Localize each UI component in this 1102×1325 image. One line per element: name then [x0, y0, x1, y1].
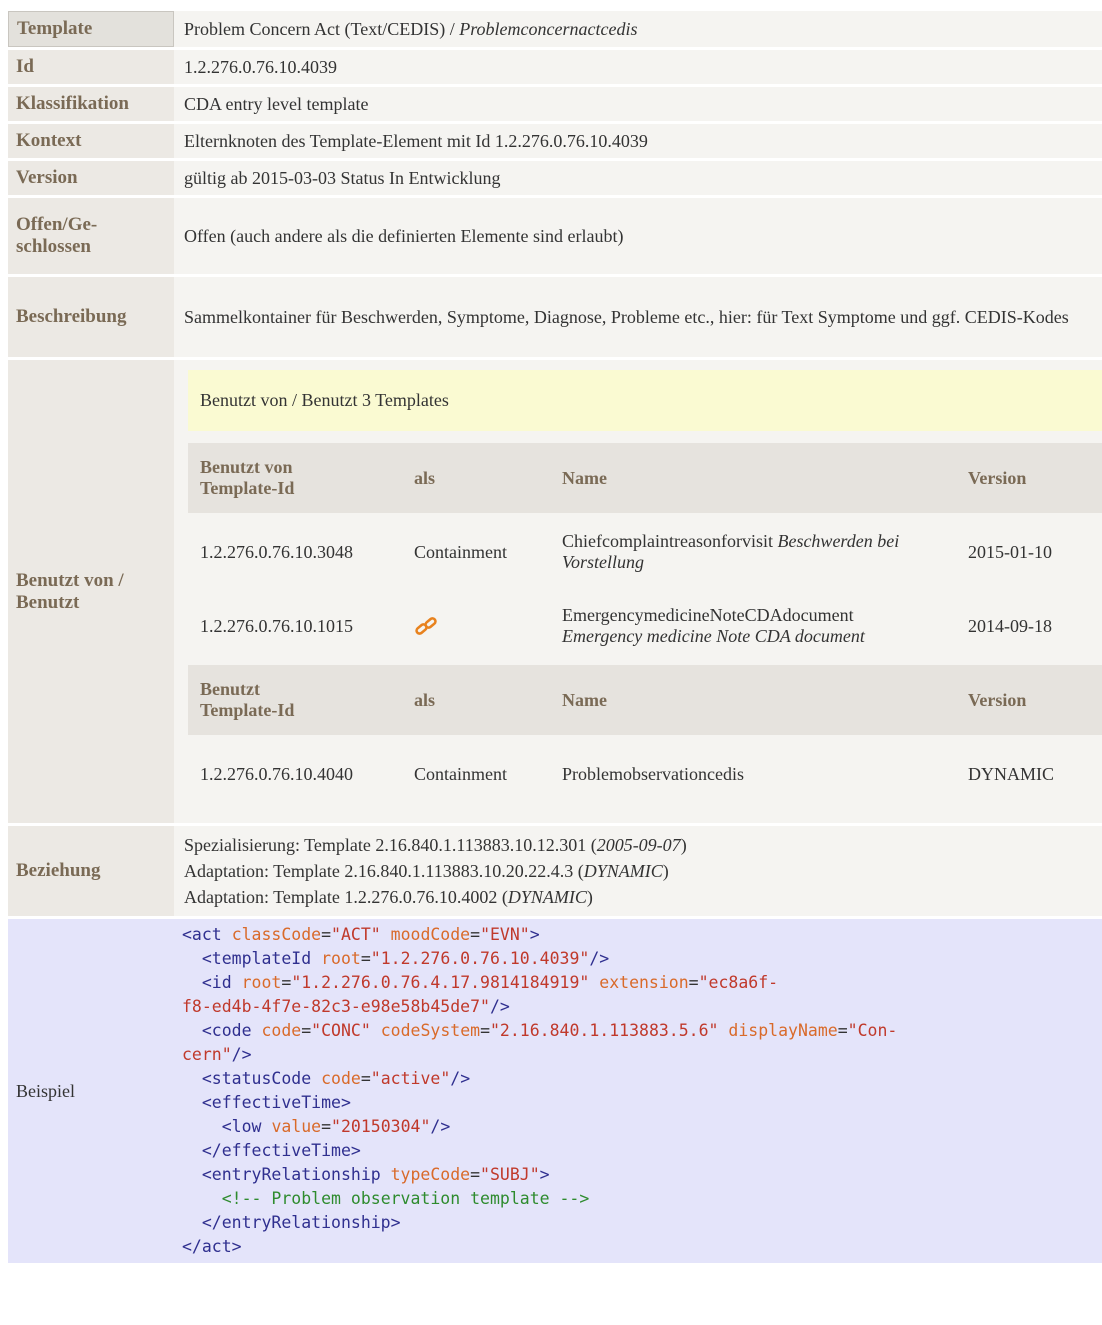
col-header-name: Name — [550, 443, 956, 513]
relation-line[interactable]: Adaptation: Template 1.2.276.0.76.10.400… — [184, 884, 1092, 910]
label-beschreibung: Beschreibung — [8, 277, 174, 357]
template-id-link[interactable]: 1.2.276.0.76.10.1015 — [188, 591, 402, 661]
usage-header: Benutzt von / Benutzt 3 Templates — [188, 370, 1102, 431]
label-benutzt: Benutzt von / Benutzt — [8, 360, 174, 823]
usage-table: Benutzt von Template-Id als Name Version … — [188, 439, 1102, 813]
value-template: Problem Concern Act (Text/CEDIS) / Probl… — [174, 11, 1102, 47]
col-header-version: Version — [956, 443, 1102, 513]
name-cell[interactable]: EmergencymedicineNoteCDAdocument Emergenc… — [550, 591, 956, 661]
value-kontext: Elternknoten des Template-Element mit Id… — [174, 124, 1102, 158]
value-beschreibung: Sammelkontainer für Beschwerden, Symptom… — [174, 277, 1102, 357]
col-header-name: Name — [550, 665, 956, 735]
table-row: 1.2.276.0.76.10.1015 EmergencymedicineNo… — [188, 591, 1102, 661]
relation-line[interactable]: Adaptation: Template 2.16.840.1.113883.1… — [184, 858, 1092, 884]
version-cell: DYNAMIC — [968, 763, 1055, 784]
col-header-version: Version — [956, 665, 1102, 735]
label-beziehung: Beziehung — [8, 826, 174, 916]
relation-line[interactable]: Spezialisierung: Template 2.16.840.1.113… — [184, 832, 1092, 858]
chain-link-icon — [414, 617, 440, 637]
als-cell — [402, 591, 550, 661]
label-kontext: Kontext — [8, 124, 174, 158]
table-row: 1.2.276.0.76.10.3048 Containment Chiefco… — [188, 517, 1102, 587]
value-beziehung: Spezialisierung: Template 2.16.840.1.113… — [174, 826, 1102, 916]
template-id-link[interactable]: 1.2.276.0.76.10.4040 — [188, 739, 402, 809]
als-cell: Containment — [414, 541, 507, 562]
label-klassifikation: Klassifikation — [8, 87, 174, 121]
used-by-header-row: Benutzt von Template-Id als Name Version — [188, 443, 1102, 513]
value-id: 1.2.276.0.76.10.4039 — [174, 50, 1102, 84]
col-header-als: als — [402, 443, 550, 513]
value-klassifikation: CDA entry level template — [174, 87, 1102, 121]
label-offen-geschlossen: Offen/Ge-schlossen — [8, 198, 174, 274]
col-header-template-id: Benutzt von Template-Id — [188, 443, 402, 513]
label-id: Id — [8, 50, 174, 84]
label-template: Template — [8, 11, 174, 47]
version-cell: 2014-09-18 — [968, 615, 1052, 636]
value-benutzt: Benutzt von / Benutzt 3 Templates Benutz… — [174, 360, 1102, 823]
label-beispiel: Beispiel — [8, 919, 174, 1263]
name-cell[interactable]: Problemobservationcedis — [550, 739, 956, 809]
als-cell: Containment — [414, 763, 507, 784]
version-cell: 2015-01-10 — [968, 541, 1052, 562]
example-code: <act classCode="ACT" moodCode="EVN"> <te… — [174, 919, 1102, 1263]
template-id-link[interactable]: 1.2.276.0.76.10.3048 — [188, 517, 402, 587]
col-header-template-id: Benutzt Template-Id — [188, 665, 402, 735]
value-offen-geschlossen: Offen (auch andere als die definierten E… — [174, 198, 1102, 274]
table-row: 1.2.276.0.76.10.4040 Containment Problem… — [188, 739, 1102, 809]
uses-header-row: Benutzt Template-Id als Name Version — [188, 665, 1102, 735]
name-cell[interactable]: Chiefcomplaintreasonforvisit Beschwerden… — [550, 517, 956, 587]
col-header-als: als — [402, 665, 550, 735]
label-version: Version — [8, 161, 174, 195]
value-version: gültig ab 2015-03-03 Status In Entwicklu… — [174, 161, 1102, 195]
